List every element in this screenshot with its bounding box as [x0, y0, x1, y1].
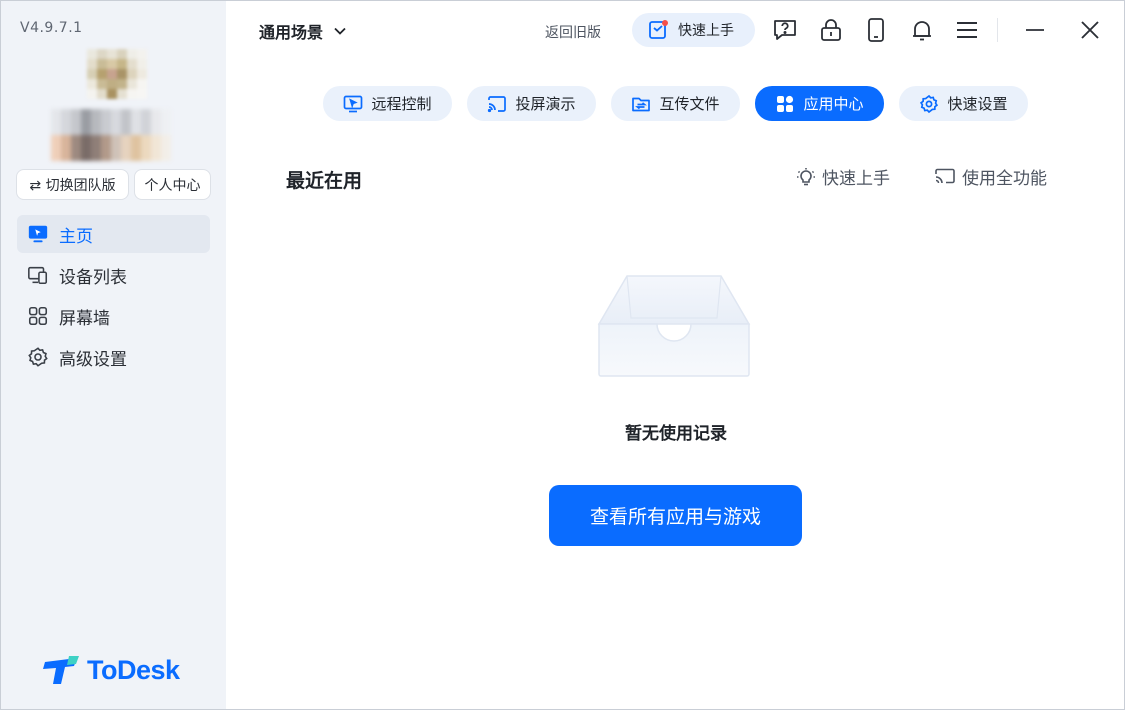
monitor-icon — [28, 225, 48, 243]
quick-start-label: 快速上手 — [678, 23, 734, 39]
version-label: V4.9.7.1 — [20, 20, 83, 36]
sidebar-item-label: 高级设置 — [59, 349, 127, 370]
brand-name: ToDesk — [87, 655, 180, 685]
sidebar-item-advanced-settings[interactable]: 高级设置 — [17, 338, 210, 376]
sidebar-item-label: 主页 — [59, 226, 93, 247]
username-blurred — [51, 109, 171, 161]
sidebar-item-screen-wall[interactable]: 屏幕墙 — [17, 297, 210, 335]
menu-icon[interactable] — [954, 17, 980, 43]
section-title: 最近在用 — [286, 170, 363, 192]
book-icon — [649, 20, 668, 39]
tab-label: 远程控制 — [371, 95, 432, 113]
back-to-old-version-link[interactable]: 返回旧版 — [545, 22, 601, 42]
phone-icon[interactable] — [863, 17, 889, 43]
switch-team-label: ⇄ 切换团队版 — [29, 177, 116, 194]
sidebar-item-devices[interactable]: 设备列表 — [17, 256, 210, 294]
switch-team-button[interactable]: ⇄ 切换团队版 — [16, 169, 129, 200]
lock-icon[interactable] — [818, 17, 844, 43]
cast-icon — [488, 95, 507, 112]
quick-start-link-label: 快速上手 — [822, 169, 890, 189]
grid-icon — [28, 306, 48, 326]
quick-start-button[interactable]: 快速上手 — [632, 13, 755, 47]
app-window: V4.9.7.1 ⇄ 切换团队版 个人中心 主页 设备列表 屏幕墙 高级设置 T… — [0, 0, 1125, 710]
gear-icon — [28, 347, 48, 367]
apps-icon — [777, 95, 794, 112]
cast-screen-icon — [935, 168, 955, 183]
tab-label: 投屏演示 — [515, 95, 576, 113]
scene-dropdown[interactable]: 通用场景 — [259, 19, 347, 43]
empty-inbox-icon — [597, 275, 751, 377]
tab-app-center[interactable]: 应用中心 — [755, 86, 884, 121]
sidebar: V4.9.7.1 ⇄ 切换团队版 个人中心 主页 设备列表 屏幕墙 高级设置 T… — [1, 1, 226, 709]
tab-label: 应用中心 — [803, 95, 864, 113]
personal-center-label: 个人中心 — [144, 177, 201, 194]
remote-monitor-icon — [344, 95, 363, 112]
personal-center-button[interactable]: 个人中心 — [134, 169, 211, 200]
tab-screen-cast[interactable]: 投屏演示 — [467, 86, 596, 121]
close-icon[interactable] — [1077, 17, 1103, 43]
full-feature-link-label: 使用全功能 — [962, 169, 1047, 189]
devices-icon — [28, 266, 48, 285]
help-icon[interactable] — [772, 17, 798, 43]
tab-quick-settings[interactable]: 快速设置 — [899, 86, 1028, 121]
tab-file-transfer[interactable]: 互传文件 — [611, 86, 740, 121]
bell-icon[interactable] — [909, 17, 935, 43]
lightbulb-icon — [797, 167, 815, 185]
avatar[interactable] — [87, 49, 147, 99]
full-feature-link[interactable]: 使用全功能 — [934, 164, 1047, 189]
scene-label: 通用场景 — [259, 23, 324, 42]
chevron-down-icon — [334, 27, 346, 35]
empty-state-text: 暂无使用记录 — [625, 424, 727, 444]
sidebar-item-home[interactable]: 主页 — [17, 215, 210, 253]
minimize-icon[interactable] — [1022, 17, 1048, 43]
gear-icon — [920, 94, 939, 113]
todesk-logo-icon — [43, 655, 79, 684]
tab-label: 互传文件 — [659, 95, 720, 113]
quick-start-link[interactable]: 快速上手 — [796, 164, 890, 189]
folder-transfer-icon — [632, 97, 651, 111]
view-all-apps-button[interactable]: 查看所有应用与游戏 — [549, 485, 802, 546]
sidebar-item-label: 设备列表 — [59, 267, 127, 288]
tab-remote-control[interactable]: 远程控制 — [323, 86, 452, 121]
brand-logo: ToDesk — [43, 655, 180, 686]
header-divider — [997, 18, 998, 42]
tab-label: 快速设置 — [947, 95, 1008, 113]
sidebar-item-label: 屏幕墙 — [59, 308, 110, 329]
